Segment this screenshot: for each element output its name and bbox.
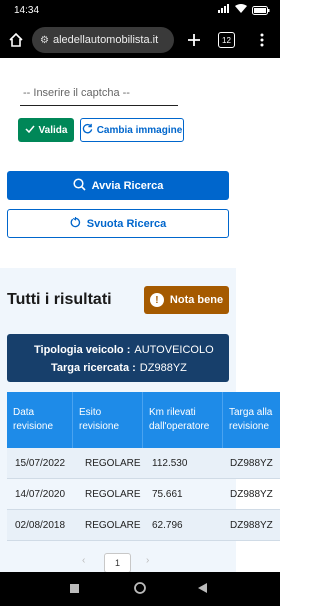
search-icon <box>73 177 86 194</box>
signal-icon <box>218 4 230 16</box>
battery-icon <box>252 5 270 15</box>
reset-icon <box>70 216 81 231</box>
pager-current-page[interactable]: 1 <box>104 553 131 572</box>
targa-row: Targa ricercata : DZ988YZ <box>51 362 187 374</box>
url-text: aledellautomobilista.it <box>52 34 159 46</box>
home-icon[interactable] <box>6 30 26 50</box>
status-time: 14:34 <box>14 5 40 16</box>
status-bar: 14:34 <box>0 0 280 22</box>
header-esito-revisione: Esito revisione <box>73 392 143 448</box>
exclamation-icon: ! <box>149 293 164 307</box>
nota-bene-label: Nota bene <box>169 294 224 306</box>
tipologia-label: Tipologia veicolo : <box>34 344 131 356</box>
system-icons <box>218 4 270 16</box>
cell-data: 02/08/2018 <box>15 520 66 531</box>
recents-icon[interactable] <box>70 584 79 596</box>
cambia-immagine-label: Cambia immagine <box>96 124 183 136</box>
vehicle-info-box: Tipologia veicolo : AUTOVEICOLO Targa ri… <box>7 334 229 382</box>
table-row: 14/07/2020 REGOLARE 75.661 DZ988YZ <box>7 479 280 510</box>
table-row: 15/07/2022 REGOLARE 112.530 DZ988YZ <box>7 448 280 479</box>
pager-next-icon[interactable]: › <box>146 555 149 566</box>
new-tab-icon[interactable] <box>184 30 204 50</box>
header-km-rilevati: Km rilevati dall'operatore <box>143 392 223 448</box>
header-data-revisione: Data revisione <box>7 392 73 448</box>
results-section: Tutti i risultati ! Nota bene Tipologia … <box>0 268 280 572</box>
address-bar[interactable]: ⚙ aledellautomobilista.it <box>32 27 174 53</box>
check-icon <box>25 125 35 136</box>
avvia-ricerca-button[interactable]: Avvia Ricerca <box>7 171 229 200</box>
web-page: -- Inserire il captcha -- Valida Cambia … <box>0 58 280 572</box>
back-nav-icon[interactable] <box>198 583 207 596</box>
refresh-icon <box>82 123 93 137</box>
tab-switcher-button[interactable]: 12 <box>218 32 235 48</box>
tipologia-row: Tipologia veicolo : AUTOVEICOLO <box>34 344 214 356</box>
nota-bene-button[interactable]: ! Nota bene <box>144 286 229 314</box>
cell-km: 62.796 <box>152 520 183 531</box>
browser-toolbar: ⚙ aledellautomobilista.it 12 <box>0 22 280 58</box>
cell-esito: REGOLARE <box>85 520 141 531</box>
cell-targa: DZ988YZ <box>230 489 273 500</box>
avvia-ricerca-label: Avvia Ricerca <box>91 179 164 192</box>
table-header: Data revisione Esito revisione Km rileva… <box>7 392 280 448</box>
cambia-immagine-button[interactable]: Cambia immagine <box>80 118 184 142</box>
table-row: 02/08/2018 REGOLARE 62.796 DZ988YZ <box>7 510 280 541</box>
home-nav-icon[interactable] <box>134 582 146 597</box>
svuota-ricerca-label: Svuota Ricerca <box>86 217 167 230</box>
targa-label: Targa ricercata : <box>51 362 136 374</box>
cell-esito: REGOLARE <box>85 489 141 500</box>
pager-prev-icon[interactable]: ‹ <box>82 555 85 566</box>
wifi-icon <box>235 4 247 16</box>
cell-targa: DZ988YZ <box>230 520 273 531</box>
menu-icon[interactable] <box>252 30 272 50</box>
cell-data: 14/07/2020 <box>15 489 66 500</box>
targa-value: DZ988YZ <box>139 362 187 374</box>
site-settings-icon[interactable]: ⚙ <box>40 35 49 46</box>
cell-data: 15/07/2022 <box>15 458 66 469</box>
cell-km: 112.530 <box>152 458 188 469</box>
system-nav-bar <box>0 572 280 606</box>
svuota-ricerca-button[interactable]: Svuota Ricerca <box>7 209 229 238</box>
valida-label: Valida <box>38 124 68 136</box>
tipologia-value: AUTOVEICOLO <box>134 344 214 356</box>
cell-esito: REGOLARE <box>85 458 141 469</box>
revisions-table: Data revisione Esito revisione Km rileva… <box>7 392 280 541</box>
captcha-input[interactable]: -- Inserire il captcha -- <box>20 84 178 106</box>
results-title: Tutti i risultati <box>7 291 112 308</box>
cell-targa: DZ988YZ <box>230 458 273 469</box>
valida-button[interactable]: Valida <box>18 118 74 142</box>
cell-km: 75.661 <box>152 489 183 500</box>
header-targa-revisione: Targa alla revisione <box>229 407 273 432</box>
